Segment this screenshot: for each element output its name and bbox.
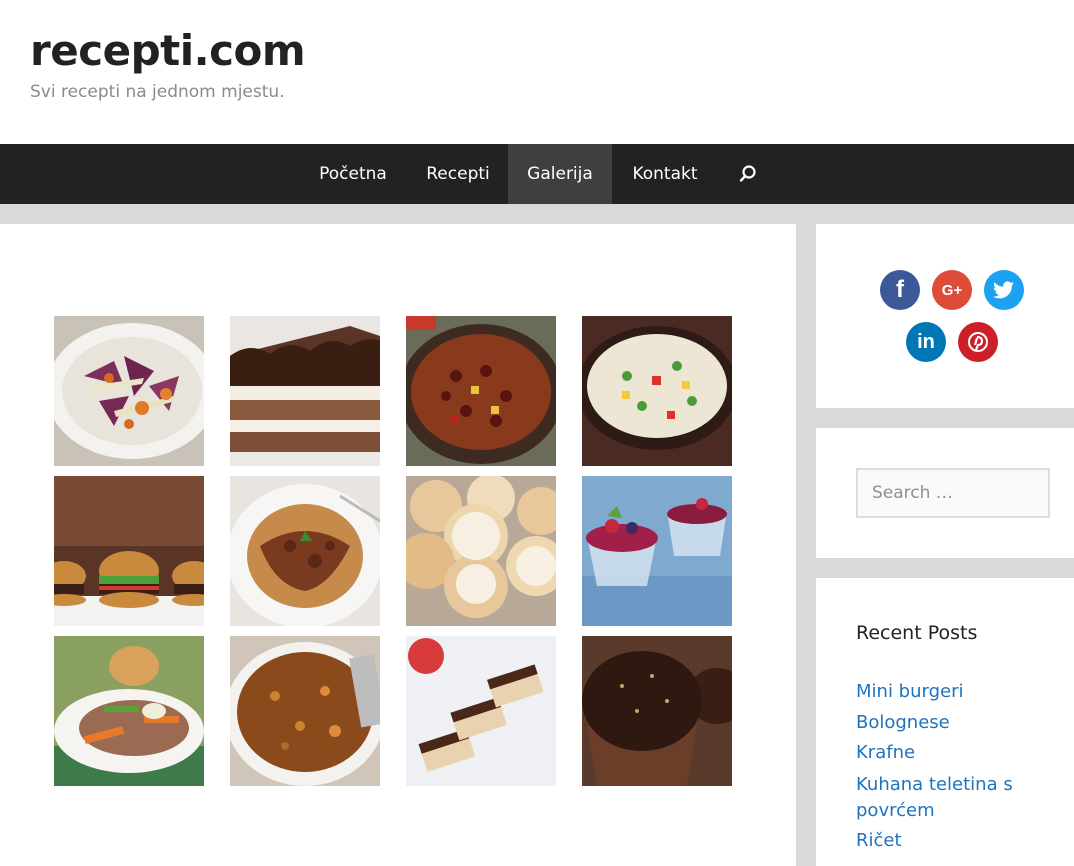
krafne-photo[interactable]	[406, 476, 556, 626]
recent-post-link[interactable]: Kuhana teletina s povrćem	[856, 772, 1056, 824]
veal-vegetables-photo[interactable]	[54, 636, 204, 786]
site-header: recepti.com Svi recepti na jednom mjestu…	[0, 0, 1074, 144]
recent-posts-widget: Recent Posts Mini burgeri Bolognese Kraf…	[816, 578, 1074, 866]
chili-beans-photo[interactable]	[406, 316, 556, 466]
recent-post-link[interactable]: Bolognese	[856, 710, 1056, 736]
social-widget: f G+ in	[816, 224, 1074, 408]
linkedin-icon[interactable]: in	[906, 322, 946, 362]
search-widget	[816, 428, 1074, 558]
search-icon[interactable]	[728, 144, 768, 204]
bolognese-photo[interactable]	[230, 476, 380, 626]
recent-post-link[interactable]: Mini burgeri	[856, 679, 1056, 705]
recent-post-link[interactable]: Krafne	[856, 740, 1056, 766]
salad-photo[interactable]	[54, 316, 204, 466]
gallery-content	[0, 224, 796, 866]
nav-item-pocetna[interactable]: Početna	[298, 144, 408, 204]
pinterest-icon[interactable]	[958, 322, 998, 362]
mini-burgers-photo[interactable]	[54, 476, 204, 626]
rice-vegetables-photo[interactable]	[582, 316, 732, 466]
facebook-icon[interactable]: f	[880, 270, 920, 310]
nav-item-kontakt[interactable]: Kontakt	[612, 144, 718, 204]
site-description: Svi recepti na jednom mjestu.	[30, 82, 285, 102]
search-input[interactable]	[856, 468, 1050, 518]
recent-posts-title: Recent Posts	[856, 622, 978, 644]
chocolate-cupcake-photo[interactable]	[582, 636, 732, 786]
lentil-stew-photo[interactable]	[230, 636, 380, 786]
berry-dessert-photo[interactable]	[582, 476, 732, 626]
chocolate-cake-photo[interactable]	[230, 316, 380, 466]
site-title[interactable]: recepti.com	[30, 26, 306, 75]
chocolate-bars-photo[interactable]	[406, 636, 556, 786]
nav-item-galerija[interactable]: Galerija	[508, 144, 612, 204]
main-navigation: Početna Recepti Galerija Kontakt	[0, 144, 1074, 204]
google-plus-icon[interactable]: G+	[932, 270, 972, 310]
nav-item-recepti[interactable]: Recepti	[408, 144, 508, 204]
recent-post-link[interactable]: Ričet	[856, 828, 1056, 854]
twitter-icon[interactable]	[984, 270, 1024, 310]
